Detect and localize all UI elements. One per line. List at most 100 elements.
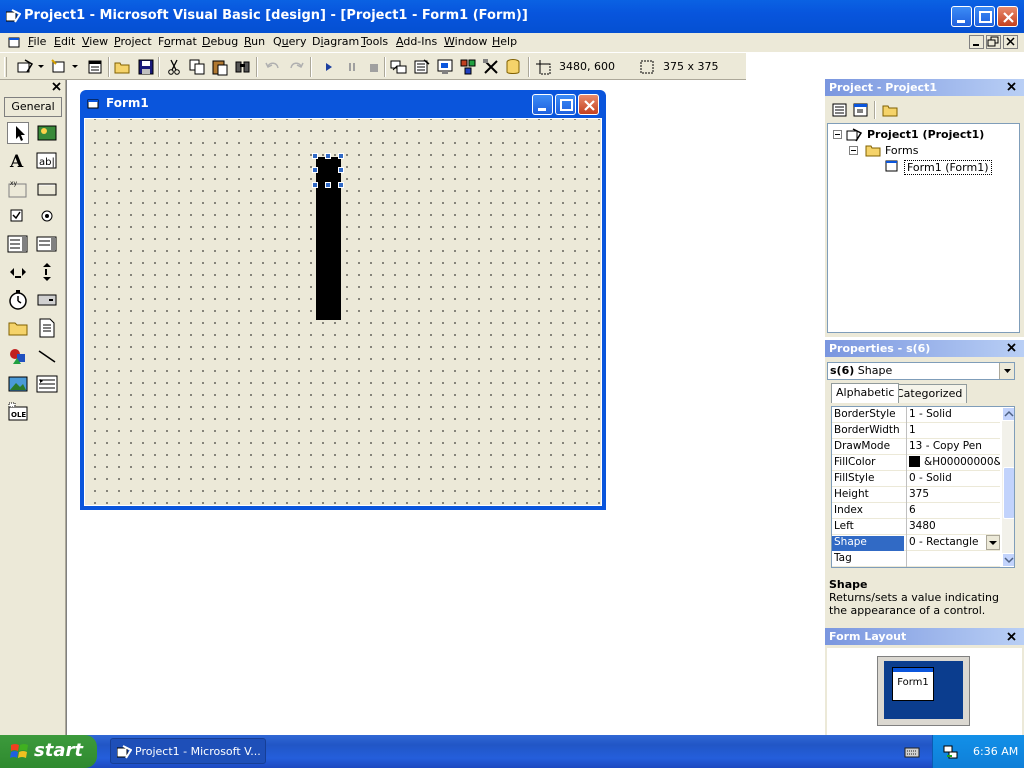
property-row-fillcolor[interactable]: FillColor &H00000000& [832,455,1000,471]
cut-icon[interactable] [165,58,183,76]
copy-icon[interactable] [188,58,206,76]
property-row-shape[interactable]: Shape 0 - Rectangle [832,535,1000,551]
redo-icon[interactable] [287,58,305,76]
dirlistbox-tool[interactable] [7,317,29,339]
property-value[interactable] [906,551,1000,567]
close-icon[interactable] [50,81,63,93]
close-icon[interactable] [1005,342,1018,354]
scroll-up-icon[interactable] [1002,407,1015,421]
close-button[interactable] [997,6,1018,27]
taskbar-item-vb[interactable]: Project1 - Microsoft V... [110,738,266,764]
menu-addins[interactable]: Add-Ins [396,35,437,48]
view-code-icon[interactable] [831,102,849,118]
textbox-tool[interactable]: ab| [36,150,58,172]
project-tree[interactable]: Project1 (Project1) Forms Form1 (Form1) [827,123,1020,333]
tree-item-project[interactable]: Project1 (Project1) [867,128,984,141]
undo-icon[interactable] [264,58,282,76]
toolbox-tab-general[interactable]: General [4,97,62,117]
toolbar-grip[interactable] [4,57,7,77]
property-row-borderstyle[interactable]: BorderStyle 1 - Solid [832,407,1000,423]
property-row-borderwidth[interactable]: BorderWidth 1 [832,423,1000,439]
toggle-folders-icon[interactable] [881,102,899,118]
start-run-icon[interactable] [320,58,338,76]
toolbox-icon[interactable] [482,58,500,76]
chevron-down-icon[interactable] [72,65,78,69]
start-button[interactable]: start [0,735,97,768]
open-folder-icon[interactable] [114,58,132,76]
property-row-left[interactable]: Left 3480 [832,519,1000,535]
property-row-height[interactable]: Height 375 [832,487,1000,503]
combobox-tool[interactable] [7,233,29,255]
property-row-drawmode[interactable]: DrawMode 13 - Copy Pen [832,439,1000,455]
menu-help[interactable]: Help [492,35,517,48]
property-row-tag[interactable]: Tag [832,551,1000,567]
menu-run[interactable]: Run [244,35,265,48]
data-view-icon[interactable] [505,58,523,76]
data-tool[interactable] [36,373,58,395]
paste-icon[interactable] [211,58,229,76]
commandbutton-tool[interactable] [36,178,58,200]
menu-debug[interactable]: Debug [202,35,238,48]
menu-tools[interactable]: Tools [361,35,388,48]
menu-diagram[interactable]: Diagram [312,35,359,48]
property-value[interactable]: &H00000000& [906,455,1000,471]
object-browser-icon[interactable] [459,58,477,76]
mini-form-preview[interactable]: Form1 [892,667,934,701]
menu-window[interactable]: Window [444,35,487,48]
project-explorer-icon[interactable] [390,58,408,76]
scroll-thumb[interactable] [1003,467,1014,519]
vscrollbar-tool[interactable] [36,261,58,283]
menu-format[interactable]: Format [158,35,197,48]
resize-handle[interactable] [312,182,318,188]
object-selector-combo[interactable]: s(6) Shape [827,362,1015,380]
menu-editor-icon[interactable] [86,58,104,76]
resize-handle[interactable] [338,153,344,159]
tab-categorized[interactable]: Categorized [891,384,968,403]
menu-view[interactable]: View [82,35,108,48]
scroll-down-icon[interactable] [1002,553,1015,567]
timer-tool[interactable] [7,289,29,311]
collapse-icon[interactable] [849,146,858,155]
property-value[interactable]: 0 - Rectangle [906,535,1000,551]
menu-edit[interactable]: Edit [54,35,75,48]
property-row-fillstyle[interactable]: FillStyle 0 - Solid [832,471,1000,487]
filelistbox-tool[interactable] [36,317,58,339]
menu-file[interactable]: File [28,35,46,48]
view-object-icon[interactable] [852,102,870,118]
end-icon[interactable] [365,58,383,76]
add-form-icon[interactable] [50,58,68,76]
resize-handle[interactable] [312,153,318,159]
resize-handle[interactable] [338,167,344,173]
frame-tool[interactable]: xy [7,178,29,200]
close-icon[interactable] [1005,631,1018,643]
drivelistbox-tool[interactable] [36,289,58,311]
resize-handle[interactable] [338,182,344,188]
resize-handle[interactable] [325,182,331,188]
tree-item-form1[interactable]: Form1 (Form1) [904,160,992,175]
break-icon[interactable] [343,58,361,76]
mdi-minimize-button[interactable] [969,35,984,49]
property-value[interactable]: 375 [906,487,1000,503]
close-icon[interactable] [1005,81,1018,93]
properties-window-icon[interactable] [413,58,431,76]
network-icon[interactable] [943,744,959,760]
form-design-surface[interactable] [84,118,602,506]
listbox-tool[interactable] [36,233,58,255]
tree-item-forms-folder[interactable]: Forms [885,144,918,157]
label-tool[interactable]: A [7,150,29,172]
minimize-button[interactable] [951,6,972,27]
pointer-tool[interactable] [7,122,29,144]
ole-tool[interactable]: OLE [7,401,29,423]
resize-handle[interactable] [312,167,318,173]
property-value[interactable]: 13 - Copy Pen [906,439,1000,455]
add-project-icon[interactable] [16,58,34,76]
mdi-restore-button[interactable] [986,35,1001,49]
property-grid[interactable]: BorderStyle 1 - Solid BorderWidth 1 DrawMode… [831,406,1015,568]
optionbutton-tool[interactable] [36,205,58,227]
collapse-icon[interactable] [833,130,842,139]
find-icon[interactable] [234,58,252,76]
save-icon[interactable] [137,58,155,76]
maximize-button[interactable] [974,6,995,27]
property-grid-scrollbar[interactable] [1002,407,1015,567]
property-dropdown-button[interactable] [986,535,1000,550]
